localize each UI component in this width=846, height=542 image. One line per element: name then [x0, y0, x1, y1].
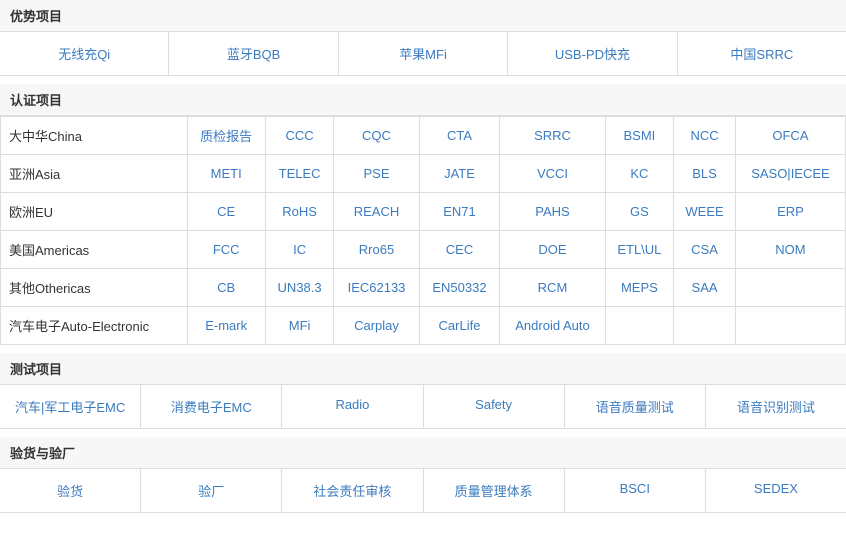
testing-title: 测试项目	[0, 353, 846, 385]
cert-cell[interactable]: CE	[187, 193, 265, 231]
testing-item-2[interactable]: 消费电子EMC	[141, 385, 282, 428]
cert-cell[interactable]: SASO|IECEE	[735, 155, 845, 193]
cert-cell[interactable]: Carplay	[334, 307, 419, 345]
table-row: 大中华China 质检报告 CCC CQC CTA SRRC BSMI NCC …	[1, 117, 846, 155]
cert-cell[interactable]: BSMI	[605, 117, 674, 155]
cert-cell[interactable]: NCC	[674, 117, 736, 155]
row-label-dazh: 大中华China	[1, 117, 188, 155]
cert-cell[interactable]: 质检报告	[187, 117, 265, 155]
cert-cell[interactable]: BLS	[674, 155, 736, 193]
cert-cell[interactable]: CQC	[334, 117, 419, 155]
cert-cell[interactable]: RoHS	[265, 193, 334, 231]
row-label-auto: 汽车电子Auto-Electronic	[1, 307, 188, 345]
row-label-other: 其他Othericas	[1, 269, 188, 307]
cert-cell[interactable]: UN38.3	[265, 269, 334, 307]
testing-row: 汽车|军工电子EMC 消费电子EMC Radio Safety 语音质量测试 语…	[0, 385, 846, 429]
cert-cell[interactable]: SRRC	[500, 117, 605, 155]
row-label-asia: 亚洲Asia	[1, 155, 188, 193]
cert-cell[interactable]: PAHS	[500, 193, 605, 231]
cert-cell[interactable]: PSE	[334, 155, 419, 193]
cert-cell[interactable]: MEPS	[605, 269, 674, 307]
cert-cell[interactable]: OFCA	[735, 117, 845, 155]
cert-cell[interactable]: GS	[605, 193, 674, 231]
cert-cell[interactable]: RCM	[500, 269, 605, 307]
cert-cell	[735, 307, 845, 345]
testing-item-6[interactable]: 语音识别测试	[706, 385, 846, 428]
inspection-item-6[interactable]: SEDEX	[706, 469, 846, 512]
cert-cell[interactable]: ERP	[735, 193, 845, 231]
cert-cell[interactable]: CB	[187, 269, 265, 307]
cert-cell[interactable]: DOE	[500, 231, 605, 269]
inspection-item-3[interactable]: 社会责任审核	[282, 469, 423, 512]
cert-cell	[674, 307, 736, 345]
cert-cell[interactable]: SAA	[674, 269, 736, 307]
testing-item-1[interactable]: 汽车|军工电子EMC	[0, 385, 141, 428]
cert-cell[interactable]: NOM	[735, 231, 845, 269]
cert-cell[interactable]: FCC	[187, 231, 265, 269]
cert-cell[interactable]: WEEE	[674, 193, 736, 231]
cert-cell[interactable]: Android Auto	[500, 307, 605, 345]
advantage-item-5[interactable]: 中国SRRC	[678, 32, 846, 75]
cert-cell[interactable]: ETL\UL	[605, 231, 674, 269]
certification-title: 认证项目	[0, 84, 846, 116]
certification-table: 大中华China 质检报告 CCC CQC CTA SRRC BSMI NCC …	[0, 116, 846, 345]
advantage-section: 优势项目 无线充Qi 蓝牙BQB 苹果MFi USB-PD快充 中国SRRC	[0, 0, 846, 76]
cert-cell[interactable]: TELEC	[265, 155, 334, 193]
cert-cell[interactable]: METI	[187, 155, 265, 193]
advantage-item-4[interactable]: USB-PD快充	[508, 32, 677, 75]
cert-cell[interactable]: CCC	[265, 117, 334, 155]
inspection-row: 验货 验厂 社会责任审核 质量管理体系 BSCI SEDEX	[0, 469, 846, 513]
cert-cell[interactable]: VCCI	[500, 155, 605, 193]
cert-cell[interactable]: CarLife	[419, 307, 500, 345]
inspection-item-2[interactable]: 验厂	[141, 469, 282, 512]
cert-cell[interactable]: IEC62133	[334, 269, 419, 307]
cert-cell[interactable]: CEC	[419, 231, 500, 269]
cert-cell[interactable]: EN71	[419, 193, 500, 231]
cert-cell	[735, 269, 845, 307]
advantage-title: 优势项目	[0, 0, 846, 32]
inspection-section: 验货与验厂 验货 验厂 社会责任审核 质量管理体系 BSCI SEDEX	[0, 437, 846, 513]
advantage-item-1[interactable]: 无线充Qi	[0, 32, 169, 75]
cert-cell[interactable]: KC	[605, 155, 674, 193]
table-row: 欧洲EU CE RoHS REACH EN71 PAHS GS WEEE ERP	[1, 193, 846, 231]
advantage-row: 无线充Qi 蓝牙BQB 苹果MFi USB-PD快充 中国SRRC	[0, 32, 846, 76]
testing-item-5[interactable]: 语音质量测试	[565, 385, 706, 428]
cert-cell[interactable]: Rro65	[334, 231, 419, 269]
certification-section: 认证项目 大中华China 质检报告 CCC CQC CTA SRRC BSMI…	[0, 84, 846, 345]
cert-cell[interactable]: CTA	[419, 117, 500, 155]
cert-cell[interactable]: EN50332	[419, 269, 500, 307]
row-label-americas: 美国Americas	[1, 231, 188, 269]
testing-section: 测试项目 汽车|军工电子EMC 消费电子EMC Radio Safety 语音质…	[0, 353, 846, 429]
cert-cell[interactable]: E-mark	[187, 307, 265, 345]
cert-cell[interactable]: CSA	[674, 231, 736, 269]
table-row: 亚洲Asia METI TELEC PSE JATE VCCI KC BLS S…	[1, 155, 846, 193]
row-label-eu: 欧洲EU	[1, 193, 188, 231]
cert-cell[interactable]: REACH	[334, 193, 419, 231]
table-row: 美国Americas FCC IC Rro65 CEC DOE ETL\UL C…	[1, 231, 846, 269]
cert-cell[interactable]: JATE	[419, 155, 500, 193]
table-row: 其他Othericas CB UN38.3 IEC62133 EN50332 R…	[1, 269, 846, 307]
cert-cell	[605, 307, 674, 345]
cert-cell[interactable]: MFi	[265, 307, 334, 345]
cert-cell[interactable]: IC	[265, 231, 334, 269]
advantage-item-2[interactable]: 蓝牙BQB	[169, 32, 338, 75]
inspection-title: 验货与验厂	[0, 437, 846, 469]
advantage-item-3[interactable]: 苹果MFi	[339, 32, 508, 75]
inspection-item-5[interactable]: BSCI	[565, 469, 706, 512]
testing-item-4[interactable]: Safety	[424, 385, 565, 428]
table-row: 汽车电子Auto-Electronic E-mark MFi Carplay C…	[1, 307, 846, 345]
inspection-item-1[interactable]: 验货	[0, 469, 141, 512]
inspection-item-4[interactable]: 质量管理体系	[424, 469, 565, 512]
testing-item-3[interactable]: Radio	[282, 385, 423, 428]
